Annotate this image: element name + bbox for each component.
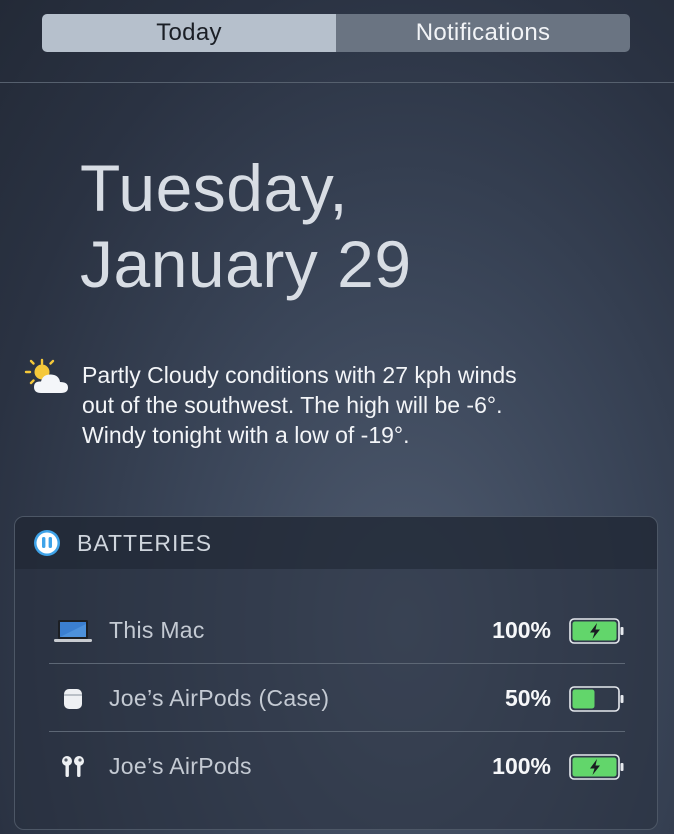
laptop-icon: [49, 619, 97, 643]
battery-row-this-mac: This Mac 100%: [49, 597, 625, 664]
date-day: January 29: [80, 227, 412, 301]
segmented-control: Today Notifications: [42, 14, 630, 52]
airpods-app-icon: [34, 530, 60, 556]
row-divider: [49, 731, 625, 732]
battery-half-icon: [569, 685, 624, 712]
batteries-widget: BATTERIES This Mac 100% Joe’s AirPods (C…: [14, 516, 658, 830]
weather-line-2: out of the southwest. The high will be -…: [82, 392, 503, 418]
tab-notifications[interactable]: Notifications: [336, 14, 630, 52]
airpods-icon: [49, 755, 97, 779]
battery-row-airpods-case: Joe’s AirPods (Case) 50%: [49, 665, 625, 732]
header-divider: [0, 82, 674, 83]
weather-summary: Partly Cloudy conditions with 27 kph win…: [82, 360, 642, 450]
airpods-case-icon: [49, 688, 97, 710]
battery-charging-icon: [569, 617, 624, 644]
date-heading: Tuesday, January 29: [80, 150, 412, 302]
date-weekday: Tuesday,: [80, 151, 349, 225]
partly-cloudy-icon: [24, 358, 68, 393]
battery-percent: 100%: [492, 617, 551, 643]
device-name: Joe’s AirPods (Case): [109, 685, 330, 711]
weather-line-1: Partly Cloudy conditions with 27 kph win…: [82, 362, 517, 388]
widget-title: BATTERIES: [77, 529, 213, 556]
widget-header: BATTERIES: [15, 517, 657, 569]
row-divider: [49, 663, 625, 664]
weather-line-3: Windy tonight with a low of -19°.: [82, 422, 410, 448]
battery-percent: 50%: [504, 685, 551, 711]
device-name: Joe’s AirPods: [109, 753, 252, 779]
battery-charging-icon: [569, 753, 624, 780]
device-name: This Mac: [109, 617, 205, 643]
battery-row-airpods: Joe’s AirPods 100%: [49, 733, 625, 800]
battery-percent: 100%: [492, 753, 551, 779]
tab-today[interactable]: Today: [42, 14, 336, 52]
